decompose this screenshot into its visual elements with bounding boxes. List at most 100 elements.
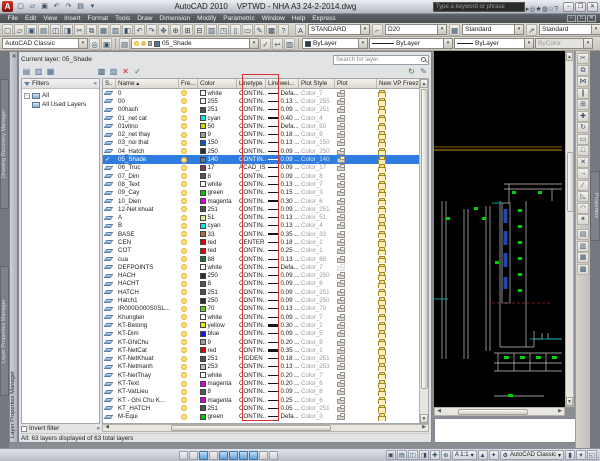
plot-cell[interactable] [335, 321, 377, 329]
table-style-combo[interactable]: Standard▾ [462, 24, 524, 35]
new-vp-freeze-cell[interactable] [377, 363, 419, 371]
layer-list-horizontal-scrollbar[interactable]: ◀ ▶ [102, 424, 429, 432]
new-icon[interactable]: ▢ [2, 24, 13, 36]
freeze-cell[interactable] [179, 355, 198, 363]
freeze-cell[interactable] [179, 222, 198, 230]
chevron-down-icon[interactable]: ▾ [591, 25, 600, 34]
freeze-cell[interactable] [179, 272, 198, 280]
color-cell[interactable]: white [198, 371, 237, 379]
freeze-cell[interactable] [179, 338, 198, 346]
freeze-cell[interactable] [179, 346, 198, 354]
break-icon[interactable]: ∕ [577, 180, 589, 191]
stretch-icon[interactable]: □ [577, 145, 589, 156]
scrollbar-thumb[interactable] [567, 152, 574, 212]
collapse-icon[interactable]: « [97, 426, 100, 432]
color-cell[interactable]: 251 [198, 404, 237, 412]
color-combo[interactable]: ByLayer ▾ [302, 38, 368, 49]
new-vp-freeze-cell[interactable] [377, 305, 419, 313]
status-flyout-icon[interactable]: ▾ [576, 450, 586, 460]
workspace-switching-button[interactable]: ⚙ AutoCAD Classic ▾ [500, 450, 564, 460]
tree-item-all-used-layers[interactable]: All Used Layers [23, 100, 98, 109]
plot-cell[interactable] [335, 288, 377, 296]
sheet-set-manager-icon[interactable]: ▭ [242, 24, 253, 36]
plot-cell[interactable] [335, 346, 377, 354]
toolbar-lock-icon[interactable]: ▮ [565, 450, 575, 460]
new-vp-freeze-cell[interactable] [377, 122, 419, 130]
snap-toggle[interactable] [179, 451, 188, 460]
infocenter-search-input[interactable]: Type a keyword or phrase [433, 2, 525, 12]
color-cell[interactable]: 51 [198, 213, 237, 221]
restore-button[interactable]: ❐ [575, 2, 586, 12]
drawing-horizontal-scrollbar[interactable]: ◀ ▶ [434, 407, 565, 416]
layer-states-manager-icon[interactable]: ▦ [45, 66, 56, 77]
plot-icon[interactable]: ▤ [38, 24, 49, 36]
redo-icon[interactable]: ↷ [63, 1, 74, 12]
trim-icon[interactable]: ✕ [577, 157, 589, 168]
multileader-style-combo[interactable]: Standard▾ [539, 24, 600, 35]
new-vp-freeze-cell[interactable] [377, 388, 419, 396]
invert-filter-checkbox[interactable] [21, 426, 27, 432]
chevron-down-icon[interactable]: ▾ [249, 39, 258, 48]
workspace-combo[interactable]: AutoCAD Classic ▾ [2, 38, 88, 49]
close-icon[interactable]: ✕ [10, 53, 18, 61]
freeze-cell[interactable] [179, 305, 198, 313]
explode-icon[interactable]: ✶ [577, 214, 589, 225]
menu-format[interactable]: Format [84, 15, 112, 22]
designcenter-icon[interactable]: ◳ [218, 24, 229, 36]
scroll-left-icon[interactable]: ◀ [435, 408, 443, 416]
freeze-cell[interactable] [179, 379, 198, 387]
freeze-cell[interactable] [179, 321, 198, 329]
new-vp-freeze-cell[interactable] [377, 346, 419, 354]
color-cell[interactable]: 33 [198, 230, 237, 238]
close-button[interactable]: ✕ [587, 2, 598, 12]
copy-icon[interactable]: ⧉ [86, 24, 97, 36]
make-current-icon[interactable]: ✓ [260, 38, 271, 50]
autocad-logo-icon[interactable]: A [2, 1, 13, 12]
new-vp-freeze-cell[interactable] [377, 272, 419, 280]
plot-cell[interactable] [335, 388, 377, 396]
quickcalc-icon[interactable]: ▩ [266, 24, 277, 36]
fillet-icon[interactable]: ◠ [577, 203, 589, 214]
scroll-up-icon[interactable]: ▲ [420, 79, 428, 88]
color-cell[interactable]: 250 [198, 296, 237, 304]
extend-icon[interactable]: → [577, 168, 589, 179]
chevron-down-icon[interactable]: ▾ [443, 39, 452, 48]
scrollbar-thumb[interactable] [171, 425, 331, 431]
menu-parametric[interactable]: Parametric [220, 15, 258, 22]
color-cell[interactable]: white [198, 180, 237, 188]
chevron-down-icon[interactable]: ▾ [360, 25, 369, 34]
grid-toggle[interactable] [189, 451, 198, 460]
color-cell[interactable]: red [198, 247, 237, 255]
menu-insert[interactable]: Insert [61, 15, 84, 22]
ducs-toggle[interactable] [239, 451, 248, 460]
color-cell[interactable]: 50 [198, 122, 237, 130]
color-cell[interactable]: magenta [198, 379, 237, 387]
layer-isolate-icon[interactable]: ▦ [577, 252, 589, 263]
plot-cell[interactable] [335, 222, 377, 230]
menu-tools[interactable]: Tools [112, 15, 134, 22]
scroll-up-icon[interactable]: ▲ [566, 52, 573, 61]
text-style-combo[interactable]: STANDARD▾ [308, 24, 370, 35]
color-cell[interactable]: red [198, 238, 237, 246]
menu-modify[interactable]: Modify [194, 15, 220, 22]
otrack-toggle[interactable] [229, 451, 238, 460]
tab-drawing-recovery-manager[interactable]: Drawing Recovery Manager [0, 79, 9, 209]
color-cell[interactable]: magenta [198, 396, 237, 404]
column-header-color[interactable]: Color [198, 79, 237, 88]
zoom-realtime-icon[interactable]: ⊕ [170, 24, 181, 36]
new-vp-freeze-cell[interactable] [377, 396, 419, 404]
annotation-visibility-icon[interactable]: ▲ [478, 450, 488, 460]
chevron-down-icon[interactable]: ▾ [78, 39, 87, 48]
freeze-cell[interactable] [179, 197, 198, 205]
column-header-name[interactable]: Name ▴ [116, 79, 179, 88]
quick-view-drawings-icon[interactable]: ◫ [408, 450, 418, 460]
freeze-cell[interactable] [179, 139, 198, 147]
annotation-scale-button[interactable]: A 1:1 ▾ [452, 450, 477, 460]
scrollbar-thumb[interactable] [421, 89, 428, 389]
pan-icon[interactable]: ✥ [158, 24, 169, 36]
save-icon[interactable]: ▣ [26, 24, 37, 36]
color-cell[interactable]: 8 [198, 172, 237, 180]
new-vp-freeze-cell[interactable] [377, 147, 419, 155]
scroll-down-icon[interactable]: ▼ [420, 414, 428, 423]
color-cell[interactable]: 255 [198, 97, 237, 105]
